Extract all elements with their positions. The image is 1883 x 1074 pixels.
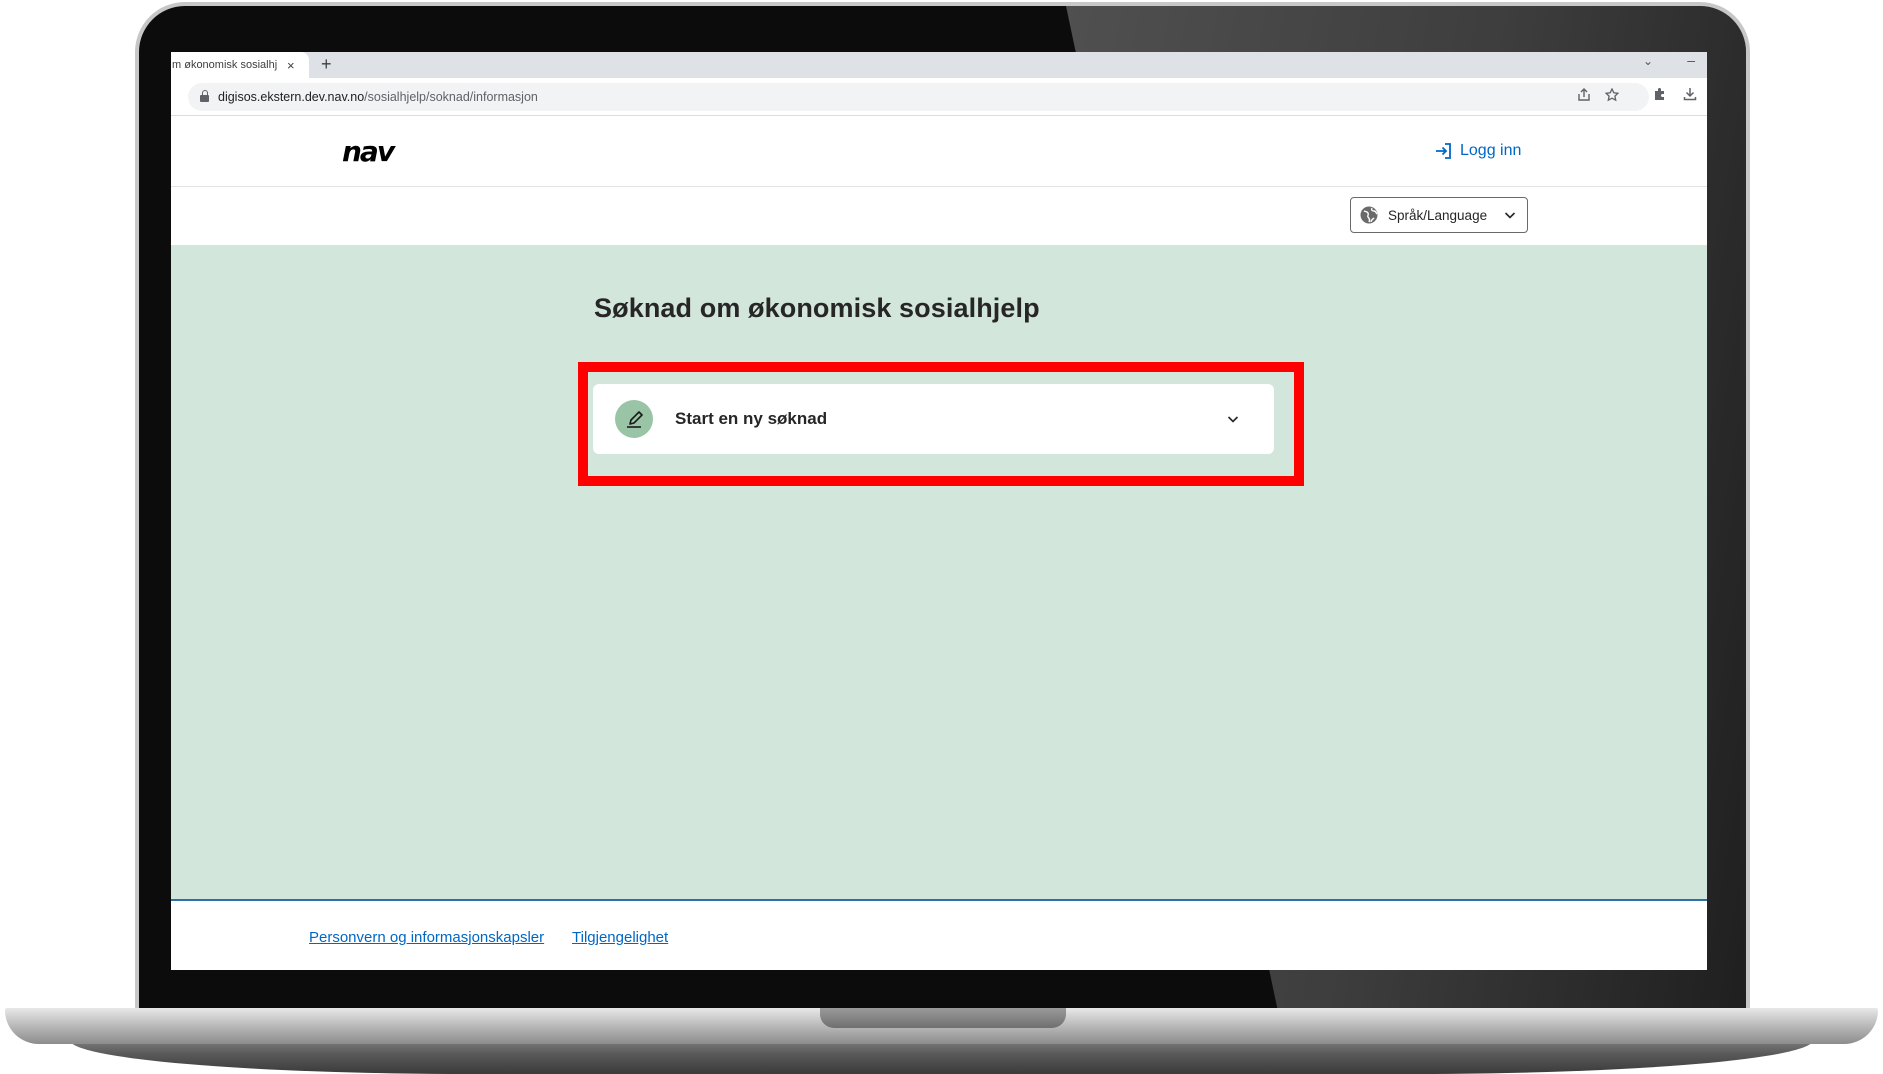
lock-icon[interactable] bbox=[200, 90, 209, 102]
login-button[interactable]: Logg inn bbox=[1434, 141, 1521, 161]
share-icon[interactable] bbox=[1577, 88, 1591, 102]
chevron-down-icon[interactable] bbox=[1226, 412, 1240, 426]
extension-icons bbox=[1653, 87, 1697, 101]
pencil-icon bbox=[615, 400, 653, 438]
url-path: /sosialhjelp/soknad/informasjon bbox=[364, 90, 538, 104]
browser-tab[interactable]: m økonomisk sosialhje × bbox=[171, 52, 309, 78]
screen: m økonomisk sosialhje × + ⌄ – digisos.ek… bbox=[171, 52, 1707, 970]
tab-search-chevron-icon[interactable]: ⌄ bbox=[1643, 54, 1653, 68]
address-bar[interactable]: digisos.ekstern.dev.nav.no/sosialhjelp/s… bbox=[188, 83, 1649, 111]
new-tab-button[interactable]: + bbox=[321, 54, 332, 75]
laptop-base-bottom bbox=[70, 1040, 1813, 1074]
laptop-notch bbox=[820, 1008, 1066, 1028]
language-select[interactable]: Språk/Language bbox=[1350, 197, 1528, 233]
main-content: Søknad om økonomisk sosialhjelp Start en… bbox=[171, 245, 1707, 899]
chevron-down-icon bbox=[1504, 212, 1516, 219]
accessibility-link[interactable]: Tilgjengelighet bbox=[572, 929, 668, 946]
extensions-puzzle-icon[interactable] bbox=[1653, 87, 1667, 101]
tab-title: m økonomisk sosialhje bbox=[172, 59, 277, 71]
tab-close-icon[interactable]: × bbox=[287, 58, 295, 73]
minimize-icon[interactable]: – bbox=[1687, 52, 1695, 68]
accordion-label: Start en ny søknad bbox=[675, 409, 828, 428]
browser-tab-strip: m økonomisk sosialhje × + ⌄ – bbox=[171, 52, 1707, 78]
site-header: nav Logg inn bbox=[171, 117, 1707, 187]
bookmark-star-icon[interactable] bbox=[1605, 88, 1619, 102]
login-label: Logg inn bbox=[1460, 142, 1522, 159]
language-row: Språk/Language bbox=[171, 187, 1707, 245]
browser-toolbar: digisos.ekstern.dev.nav.no/sosialhjelp/s… bbox=[171, 78, 1707, 116]
site-footer: Personvern og informasjonskapsler Tilgje… bbox=[171, 899, 1707, 970]
language-label: Språk/Language bbox=[1388, 207, 1488, 223]
page-title: Søknad om økonomisk sosialhjelp bbox=[594, 293, 1040, 323]
url-host: digisos.ekstern.dev.nav.no bbox=[218, 90, 365, 104]
start-new-application-accordion[interactable]: Start en ny søknad bbox=[593, 384, 1274, 454]
globe-icon bbox=[1360, 206, 1378, 224]
download-icon[interactable] bbox=[1683, 87, 1697, 101]
login-icon bbox=[1436, 143, 1451, 159]
privacy-cookies-link[interactable]: Personvern og informasjonskapsler bbox=[309, 929, 544, 946]
nav-logo[interactable]: nav bbox=[342, 135, 395, 168]
omnibox-icons bbox=[1577, 88, 1619, 102]
